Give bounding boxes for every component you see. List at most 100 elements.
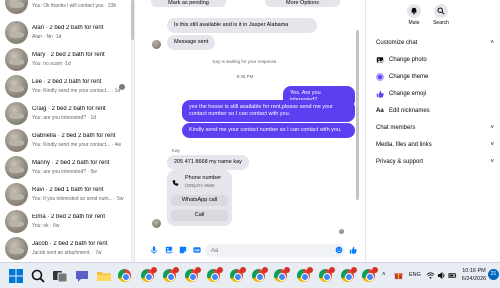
chrome-icon[interactable] [118,269,131,282]
avatar [5,156,28,179]
task-view-icon[interactable] [52,268,68,284]
thumbs-up-icon[interactable] [349,246,357,254]
message-bubble-outgoing-system: Message sent [167,35,216,50]
chrome-icon[interactable] [141,267,157,282]
mute-button[interactable]: Mute [402,4,426,26]
conversation-panel: Mark as pending More Options Is this sti… [135,0,365,262]
chrome-icon[interactable] [230,267,246,282]
chrome-icon[interactable] [297,267,313,282]
contact-number: (205)471-8668 [185,183,215,188]
emoji-icon[interactable] [335,246,343,254]
chevron-up-icon: ˄ [490,40,494,46]
change-theme-item[interactable]: Change theme [376,73,494,83]
contact-name: Phone number [185,175,222,181]
chat-preview: You: Ok thanks i will contact you · 23h [32,3,117,9]
bell-icon [407,4,421,18]
avatar [152,219,161,228]
speaker-icon[interactable] [437,271,446,280]
conversation-scrollbar[interactable] [356,20,359,220]
wifi-icon[interactable] [426,271,435,280]
phone-icon [172,180,179,186]
message-input[interactable] [205,244,345,257]
teams-chat-icon[interactable] [74,268,90,284]
chat-preview: You: are you interested? · 5w [32,169,97,175]
chrome-icon[interactable] [207,267,223,282]
read-receipt-avatar [339,229,344,234]
avatar [5,210,28,233]
chat-preview: Jacob sent an attachment. · 7w [32,250,102,256]
chat-name: Craig · 2 bed 2 bath for rent [32,106,106,112]
timestamp: 8:36 PM [236,74,254,79]
chat-preview: You: no scam ·1d [32,61,71,67]
avatar [5,48,28,71]
microphone-icon[interactable] [150,246,158,254]
chrome-icon[interactable] [163,267,179,282]
chevron-down-icon: ˅ [490,125,494,131]
chat-list-item[interactable]: Jacob · 2 bed 2 bath for rent Jacob sent… [0,234,131,262]
avatar [5,129,28,152]
chat-name: Jacob · 2 bed 2 bath for rent [32,241,108,247]
chrome-icon[interactable] [274,267,290,282]
chat-preview: Alan · Nn ·1d [32,34,62,40]
clock[interactable]: 10:16 PM 6/24/2026 [461,268,487,282]
change-photo-item[interactable]: Change photo [376,56,494,66]
search-button[interactable]: Search [429,4,453,26]
avatar [152,40,161,49]
sticker-icon[interactable] [179,246,187,254]
mark-as-pending-button[interactable]: Mark as pending [151,0,226,7]
seen-indicator [119,84,125,90]
avatar [5,21,28,44]
search-label: Search [433,20,449,26]
search-icon[interactable] [30,268,46,284]
edit-nicknames-label: Edit nicknames [389,108,430,114]
chat-preview: You: Kindly send me your contact... · 4w [32,142,122,148]
change-photo-label: Change photo [389,57,427,63]
chat-preview: You: are you interested? · 1d [32,115,97,121]
theme-color-icon [376,73,384,81]
battery-icon[interactable] [448,271,457,280]
chevron-down-icon: ˅ [490,159,494,165]
file-explorer-icon[interactable] [96,268,112,284]
call-button[interactable]: Call [171,210,228,221]
message-bubble-incoming: Is this still available and is it in Jas… [167,18,317,33]
windows-taskbar: ˄ ENG 10:16 PM 6/24/2026 21 [0,262,500,288]
change-theme-label: Change theme [389,74,429,80]
message-bubble-outgoing: yes the house is still available for ren… [182,100,355,122]
more-options-button[interactable]: More Options [265,0,340,7]
chrome-icon[interactable] [319,267,335,282]
privacy-support-section[interactable]: Privacy & support ˅ [376,159,494,165]
chat-members-section[interactable]: Chat members ˅ [376,125,494,131]
avatar [5,75,28,98]
edit-nicknames-item[interactable]: Aa Edit nicknames [376,107,494,117]
mute-label: Mute [408,20,420,26]
notification-badge[interactable]: 21 [488,269,499,280]
avatar [5,102,28,125]
language-indicator[interactable]: ENG [409,272,421,278]
composer-bar: GIF [135,240,365,262]
image-icon[interactable] [165,246,173,254]
chrome-icon[interactable] [341,267,357,282]
chrome-icon[interactable] [252,267,268,282]
chat-name: Elma · 2 bed 2 bath for rent [32,214,106,220]
chrome-icon[interactable] [185,267,201,282]
media-files-links-section[interactable]: Media, files and links ˅ [376,142,494,148]
chat-members-label: Chat members [376,125,416,131]
chat-name: Gabriella · 2 bed 2 bath for rent [32,133,116,139]
chat-list: You: Ok thanks i will contact you · 23h … [0,0,135,262]
chat-name: Alan · 2 bed 2 bath for rent [32,25,104,31]
message-bubble-outgoing: Kindly send me your contact number so I … [182,123,355,138]
gif-icon[interactable]: GIF [193,246,201,254]
chevron-up-icon[interactable]: ˄ [382,272,386,278]
change-emoji-item[interactable]: Change emoji [376,90,494,100]
chat-list-item[interactable]: You: Ok thanks i will contact you · 23h [0,0,131,19]
windows-start-icon[interactable] [8,268,24,284]
text-icon: Aa [376,108,384,114]
system-tray: ˄ ENG 10:16 PM 6/24/2026 21 [380,267,500,285]
customize-chat-section[interactable]: Customize chat ˄ [376,40,494,46]
chat-name: Mary · 2 bed 2 bath for rent [32,52,105,58]
chrome-icon[interactable] [362,267,378,282]
gift-icon[interactable] [394,271,403,280]
chat-preview: You: Kindly send me your contact... · 1d [32,88,121,94]
whatsapp-call-button[interactable]: WhatsApp call [171,195,228,206]
chat-list-scrollbar[interactable] [131,0,134,262]
